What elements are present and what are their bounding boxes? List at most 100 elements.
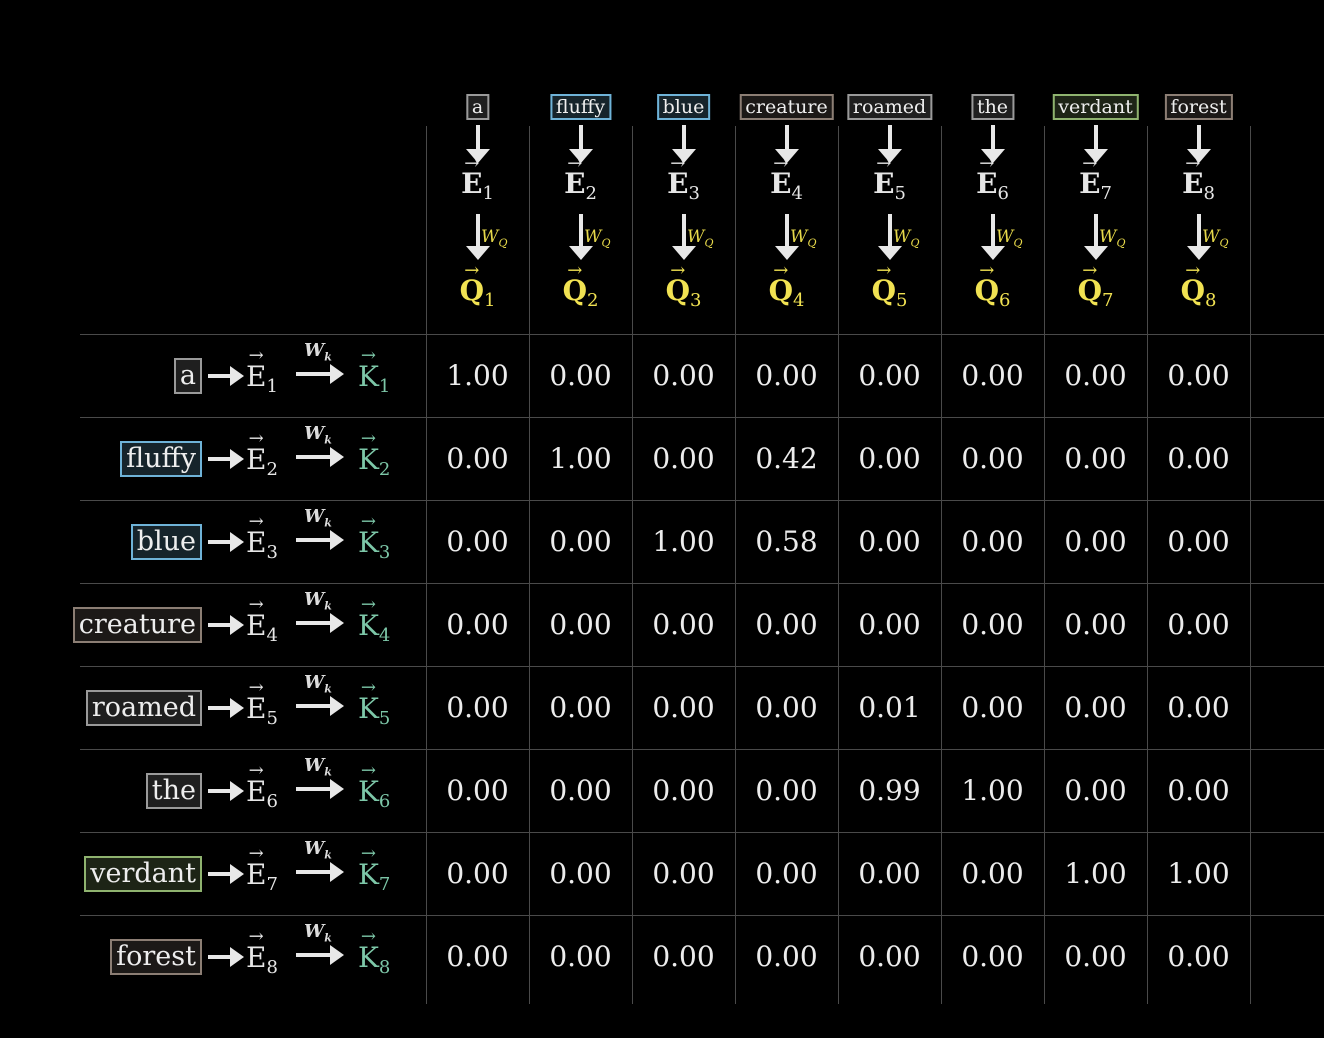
key-vector-label: K6 xyxy=(358,775,390,812)
wk-matrix-label: Wk xyxy=(304,921,332,945)
attention-score-cell: 0.00 xyxy=(549,940,612,973)
attention-score-cell: 0.00 xyxy=(858,940,921,973)
attention-score-cell: 0.99 xyxy=(858,774,921,807)
query-column-header: blueE3WQQ3 xyxy=(632,92,735,322)
attention-score-cell: 0.00 xyxy=(652,691,715,724)
attention-score-cell: 0.00 xyxy=(1167,525,1230,558)
key-token-box: roamed xyxy=(85,690,202,726)
attention-score-cell: 0.00 xyxy=(446,442,509,475)
wk-matrix-letter: W xyxy=(304,423,325,444)
wq-matrix-letter: W xyxy=(893,227,911,247)
attention-score-cell: 0.00 xyxy=(1167,774,1230,807)
wq-matrix-letter: W xyxy=(687,227,705,247)
embedding-vector-label-subscript: 1 xyxy=(266,376,278,397)
embedding-vector-label-subscript: 6 xyxy=(997,183,1009,204)
attention-score-cell: 1.00 xyxy=(549,442,612,475)
attention-score-cell: 0.00 xyxy=(1064,774,1127,807)
wk-matrix-letter: W xyxy=(304,921,325,942)
query-vector-label-subscript: 8 xyxy=(1204,290,1217,311)
wq-matrix-label: WQ xyxy=(584,227,611,249)
token-to-embedding-arrow-icon xyxy=(208,781,244,801)
attention-score-cell: 0.00 xyxy=(961,691,1024,724)
query-vector-label-letter: Q xyxy=(563,277,587,305)
wk-matrix-letter: W xyxy=(304,672,325,693)
embedding-vector-label-subscript: 7 xyxy=(1100,183,1112,204)
attention-score-cell: 1.00 xyxy=(446,359,509,392)
wk-matrix-letter: W xyxy=(304,838,325,859)
attention-score-cell: 0.00 xyxy=(446,940,509,973)
query-column-header: fluffyE2WQQ2 xyxy=(529,92,632,322)
attention-score-cell: 0.00 xyxy=(549,608,612,641)
key-vector-label-subscript: 6 xyxy=(378,791,391,812)
wk-projection-arrow-icon xyxy=(296,447,344,467)
query-column-header: aE1WQQ1 xyxy=(426,92,529,322)
query-column-header: roamedE5WQQ5 xyxy=(838,92,941,322)
token-to-embedding-arrow-icon xyxy=(208,698,244,718)
wq-matrix-letter: W xyxy=(584,227,602,247)
key-token-box: fluffy xyxy=(120,441,202,477)
query-token-box: blue xyxy=(656,94,711,120)
key-vector-label: K1 xyxy=(358,360,390,397)
wk-matrix-letter: W xyxy=(304,340,325,361)
attention-score-cell: 0.00 xyxy=(961,857,1024,890)
query-token-box: forest xyxy=(1164,94,1233,120)
embedding-vector-label: E4 xyxy=(770,170,803,203)
embedding-vector-label-subscript: 4 xyxy=(791,183,803,204)
key-row: blueE3WkK30.000.001.000.580.000.000.000.… xyxy=(80,500,1260,583)
token-to-embedding-arrow-icon xyxy=(208,947,244,967)
attention-score-cell: 0.00 xyxy=(755,940,818,973)
query-vector-label: Q4 xyxy=(769,277,805,310)
key-row: fluffyE2WkK20.001.000.000.420.000.000.00… xyxy=(80,417,1260,500)
embedding-vector-label-letter: E xyxy=(667,170,688,198)
query-column-header: creatureE4WQQ4 xyxy=(735,92,838,322)
query-vector-label-subscript: 3 xyxy=(689,290,702,311)
key-row: creatureE4WkK40.000.000.000.000.000.000.… xyxy=(72,583,1260,666)
attention-score-cell: 0.58 xyxy=(755,525,818,558)
wk-matrix-label: Wk xyxy=(304,506,332,530)
embedding-vector-label: E7 xyxy=(1079,170,1112,203)
key-vector-label-letter: K xyxy=(358,692,379,725)
attention-score-cell: 0.00 xyxy=(961,940,1024,973)
attention-score-cell: 0.00 xyxy=(652,359,715,392)
query-vector-label-subscript: 6 xyxy=(998,290,1011,311)
attention-score-cell: 0.00 xyxy=(858,857,921,890)
attention-score-cell: 0.00 xyxy=(1064,359,1127,392)
query-vector-label-letter: Q xyxy=(769,277,793,305)
embedding-vector-label-letter: E xyxy=(770,170,791,198)
key-row: aE1WkK11.000.000.000.000.000.000.000.00 xyxy=(80,334,1260,417)
attention-score-cell: 0.00 xyxy=(961,442,1024,475)
embedding-vector-label: E5 xyxy=(246,692,278,729)
attention-score-cell: 0.00 xyxy=(1064,442,1127,475)
key-vector-label-letter: K xyxy=(358,775,379,808)
attention-score-cell: 0.00 xyxy=(652,774,715,807)
embedding-vector-label: E7 xyxy=(246,858,278,895)
key-vector-label-letter: K xyxy=(358,941,379,974)
attention-score-cell: 0.00 xyxy=(446,774,509,807)
key-token-box: blue xyxy=(130,524,202,560)
query-vector-label: Q3 xyxy=(666,277,702,310)
key-vector-label: K8 xyxy=(358,941,390,978)
attention-score-cell: 1.00 xyxy=(1064,857,1127,890)
embedding-vector-label: E4 xyxy=(246,609,278,646)
attention-score-cell: 0.00 xyxy=(549,774,612,807)
token-to-embedding-arrow-icon xyxy=(208,864,244,884)
token-to-embedding-arrow-icon xyxy=(208,366,244,386)
attention-score-cell: 0.00 xyxy=(446,525,509,558)
query-token-box: the xyxy=(970,94,1015,120)
query-vector-label-letter: Q xyxy=(1181,277,1205,305)
attention-score-cell: 0.00 xyxy=(1167,691,1230,724)
query-vector-label-letter: Q xyxy=(975,277,999,305)
attention-score-cell: 0.00 xyxy=(755,359,818,392)
embedding-vector-label: E3 xyxy=(246,526,278,563)
embedding-vector-label: E2 xyxy=(246,443,278,480)
key-row: verdantE7WkK70.000.000.000.000.000.001.0… xyxy=(80,832,1260,915)
attention-score-cell: 0.00 xyxy=(1064,525,1127,558)
wq-matrix-subscript: Q xyxy=(1116,236,1126,250)
wk-matrix-label: Wk xyxy=(304,755,332,779)
embedding-vector-label-subscript: 7 xyxy=(266,874,278,895)
attention-score-cell: 1.00 xyxy=(652,525,715,558)
wk-projection-arrow-icon xyxy=(296,364,344,384)
embedding-vector-label-letter: E xyxy=(1182,170,1203,198)
attention-score-cell: 0.00 xyxy=(446,857,509,890)
embedding-vector-label-letter: E xyxy=(873,170,894,198)
